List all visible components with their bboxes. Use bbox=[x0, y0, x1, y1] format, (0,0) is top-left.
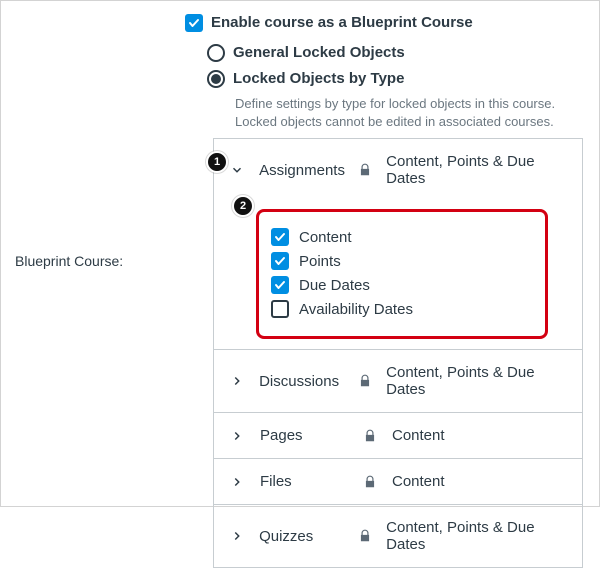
chevron-right-icon bbox=[226, 475, 248, 489]
radio-general-locked-label: General Locked Objects bbox=[233, 43, 405, 63]
type-label-quizzes: Quizzes bbox=[259, 528, 355, 545]
assignments-content-label: Content bbox=[299, 229, 352, 246]
type-row-files[interactable]: Files Content bbox=[214, 458, 582, 504]
assignments-availability-checkbox[interactable] bbox=[271, 300, 289, 318]
radio-locked-by-type-label: Locked Objects by Type bbox=[233, 69, 404, 89]
type-label-files: Files bbox=[260, 473, 360, 490]
assignments-points-label: Points bbox=[299, 253, 341, 270]
type-row-quizzes[interactable]: Quizzes Content, Points & Due Dates bbox=[214, 504, 582, 567]
type-row-discussions[interactable]: Discussions Content, Points & Due Dates bbox=[214, 349, 582, 412]
lock-icon bbox=[360, 475, 380, 489]
assignments-duedates-label: Due Dates bbox=[299, 277, 370, 294]
locked-types-panel: 1 Assignments Content, Points & Due Date… bbox=[213, 138, 583, 568]
lock-icon bbox=[355, 374, 374, 388]
assignments-availability-label: Availability Dates bbox=[299, 301, 413, 318]
type-summary-quizzes: Content, Points & Due Dates bbox=[386, 519, 570, 553]
callout-2: 2 bbox=[232, 195, 254, 217]
lock-icon bbox=[355, 163, 374, 177]
enable-blueprint-checkbox[interactable] bbox=[185, 14, 203, 32]
chevron-right-icon bbox=[226, 374, 247, 388]
type-label-pages: Pages bbox=[260, 427, 360, 444]
assignments-options-panel: Content Points Due Dates Availability Da… bbox=[256, 209, 548, 339]
radio-locked-by-type[interactable] bbox=[207, 70, 225, 88]
helper-text: Define settings by type for locked objec… bbox=[235, 95, 585, 130]
type-summary-files: Content bbox=[392, 473, 445, 490]
chevron-right-icon bbox=[226, 429, 248, 443]
lock-icon bbox=[355, 529, 374, 543]
radio-general-locked[interactable] bbox=[207, 44, 225, 62]
enable-blueprint-label: Enable course as a Blueprint Course bbox=[211, 13, 473, 33]
type-label-discussions: Discussions bbox=[259, 373, 355, 390]
chevron-right-icon bbox=[226, 529, 247, 543]
type-summary-assignments: Content, Points & Due Dates bbox=[386, 153, 570, 187]
lock-icon bbox=[360, 429, 380, 443]
chevron-down-icon bbox=[226, 163, 247, 177]
type-summary-discussions: Content, Points & Due Dates bbox=[386, 364, 570, 398]
type-row-pages[interactable]: Pages Content bbox=[214, 412, 582, 458]
callout-1: 1 bbox=[206, 151, 228, 173]
assignments-points-checkbox[interactable] bbox=[271, 252, 289, 270]
assignments-duedates-checkbox[interactable] bbox=[271, 276, 289, 294]
type-row-assignments[interactable]: 1 Assignments Content, Points & Due Date… bbox=[214, 139, 582, 201]
type-summary-pages: Content bbox=[392, 427, 445, 444]
type-label-assignments: Assignments bbox=[259, 162, 355, 179]
assignments-content-checkbox[interactable] bbox=[271, 228, 289, 246]
setting-label: Blueprint Course: bbox=[15, 13, 145, 568]
